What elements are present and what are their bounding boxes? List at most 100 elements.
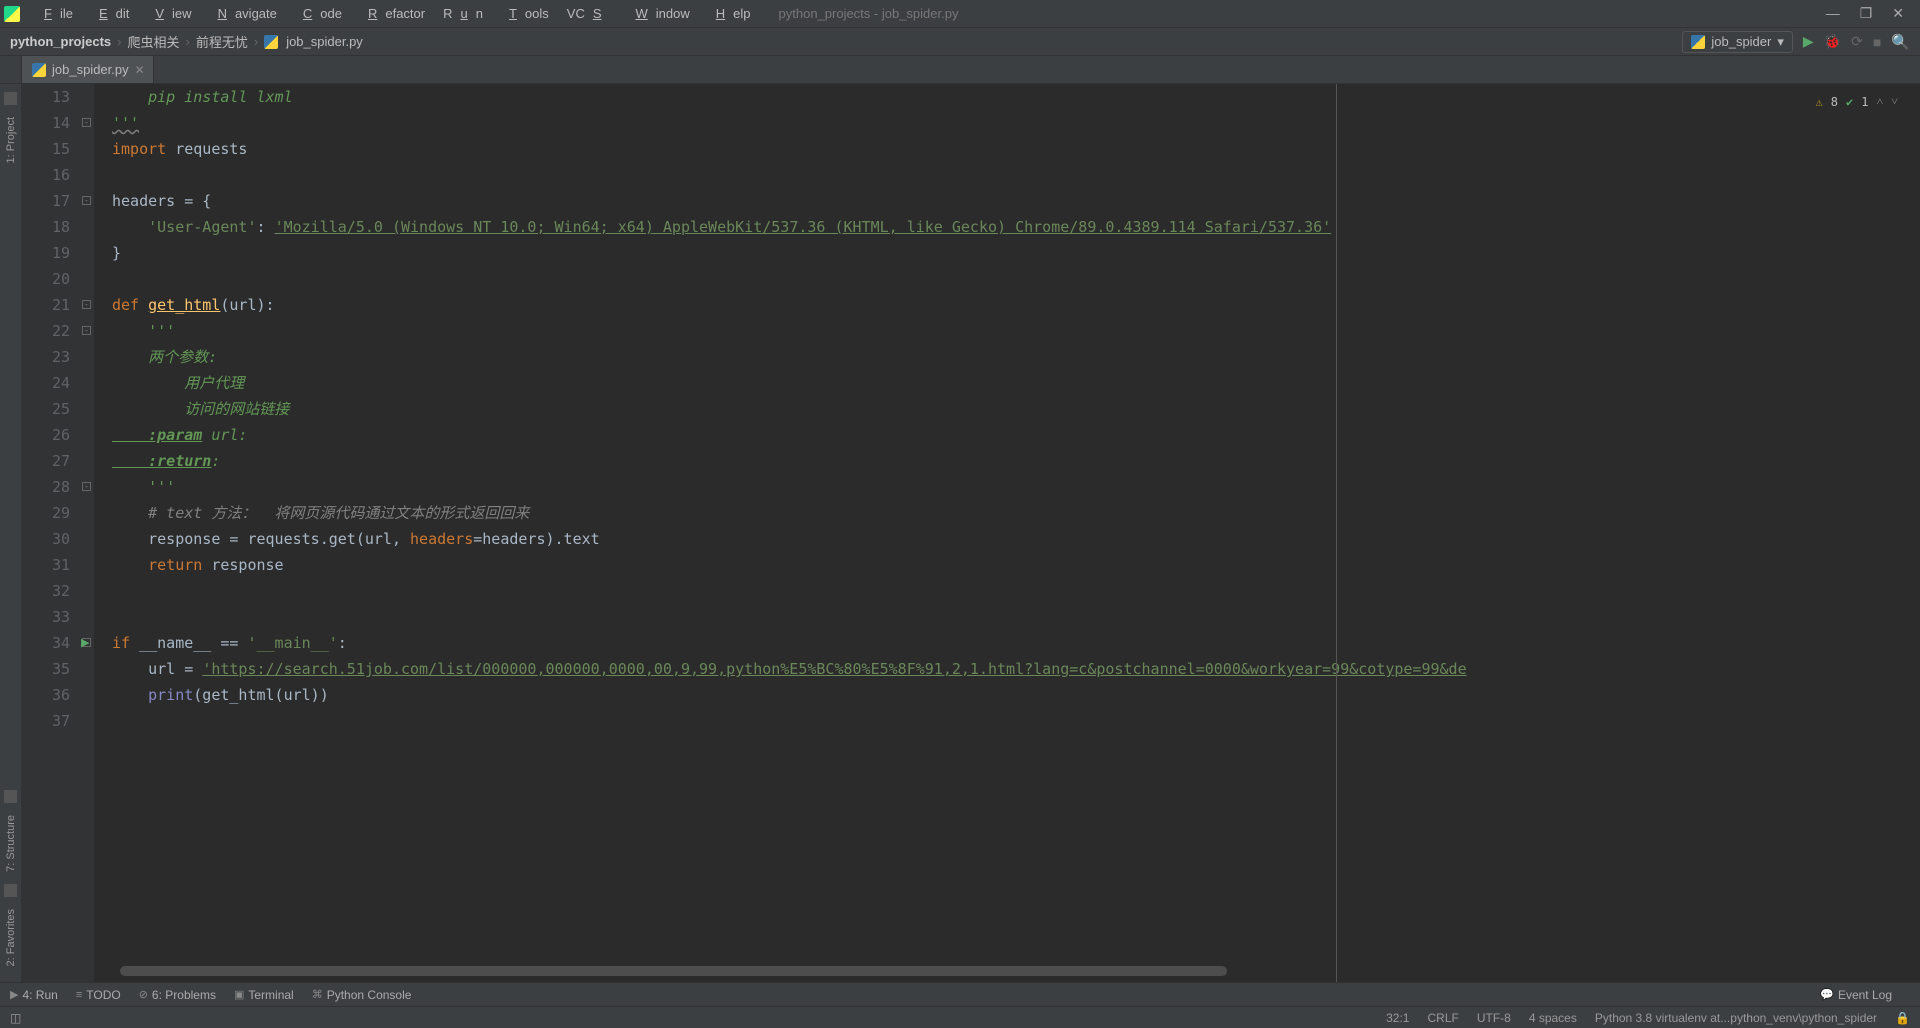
menu-edit[interactable]: Edit bbox=[83, 2, 137, 25]
fold-toggle[interactable]: - bbox=[82, 118, 91, 127]
problems-toolwindow-button[interactable]: ⊘ 6: Problems bbox=[139, 988, 216, 1002]
code-line[interactable]: ''' bbox=[112, 318, 1920, 344]
event-log-button[interactable]: 💬 Event Log bbox=[1820, 988, 1892, 1002]
code-area[interactable]: ⚠ 8 ✔ 1 ˄ ˅ pip install lxml'''import re… bbox=[94, 84, 1920, 982]
status-bar: ◫ 32:1 CRLF UTF-8 4 spaces Python 3.8 vi… bbox=[0, 1006, 1920, 1028]
code-line[interactable]: ''' bbox=[112, 474, 1920, 500]
line-number: 26 bbox=[22, 422, 70, 448]
code-line[interactable]: return response bbox=[112, 552, 1920, 578]
minimize-button[interactable]: — bbox=[1826, 5, 1840, 22]
horizontal-scrollbar-thumb[interactable] bbox=[120, 966, 1227, 976]
fold-toggle[interactable]: - bbox=[82, 482, 91, 491]
code-line[interactable]: headers = { bbox=[112, 188, 1920, 214]
menu-window[interactable]: Window bbox=[620, 2, 698, 25]
code-line[interactable]: url = 'https://search.51job.com/list/000… bbox=[112, 656, 1920, 682]
code-line[interactable] bbox=[112, 604, 1920, 630]
file-encoding[interactable]: UTF-8 bbox=[1477, 1011, 1511, 1025]
code-line[interactable]: 访问的网站链接 bbox=[112, 396, 1920, 422]
line-number: 37 bbox=[22, 708, 70, 734]
python-console-toolwindow-button[interactable]: ⌘ Python Console bbox=[312, 988, 412, 1002]
line-number: 31 bbox=[22, 552, 70, 578]
breadcrumb-project[interactable]: python_projects bbox=[10, 34, 111, 49]
code-line[interactable] bbox=[112, 162, 1920, 188]
menu-refactor[interactable]: Refactor bbox=[352, 2, 433, 25]
code-line[interactable]: } bbox=[112, 240, 1920, 266]
event-log-icon: 💬 bbox=[1820, 988, 1834, 1001]
menu-vcs[interactable]: VCS bbox=[559, 2, 618, 25]
readonly-lock-icon[interactable]: 🔒 bbox=[1895, 1011, 1910, 1025]
fold-gutter: ------▶ bbox=[80, 84, 94, 982]
code-line[interactable]: :param url: bbox=[112, 422, 1920, 448]
breadcrumb-sep: › bbox=[185, 34, 189, 49]
line-number: 15 bbox=[22, 136, 70, 162]
code-line[interactable]: ''' bbox=[112, 110, 1920, 136]
todo-toolwindow-button[interactable]: ≡ TODO bbox=[76, 988, 121, 1002]
search-everywhere-button[interactable]: 🔍 bbox=[1891, 33, 1910, 51]
code-line[interactable]: if __name__ == '__main__': bbox=[112, 630, 1920, 656]
line-number: 14 bbox=[22, 110, 70, 136]
favorites-toolwindow-button[interactable]: 2: Favorites bbox=[5, 909, 17, 966]
horizontal-scrollbar-track[interactable] bbox=[120, 968, 1906, 980]
code-line[interactable] bbox=[112, 266, 1920, 292]
python-file-icon bbox=[264, 35, 278, 49]
indent-setting[interactable]: 4 spaces bbox=[1529, 1011, 1577, 1025]
code-line[interactable]: pip install lxml bbox=[112, 84, 1920, 110]
fold-toggle[interactable]: - bbox=[82, 300, 91, 309]
close-tab-icon[interactable]: ✕ bbox=[135, 63, 145, 77]
code-line[interactable]: response = requests.get(url, headers=hea… bbox=[112, 526, 1920, 552]
run-configuration-selector[interactable]: job_spider ▾ bbox=[1682, 31, 1793, 53]
breadcrumb-dir2[interactable]: 前程无忧 bbox=[196, 32, 248, 51]
structure-tool-icon[interactable] bbox=[4, 790, 17, 803]
menu-navigate[interactable]: Navigate bbox=[202, 2, 285, 25]
stop-button[interactable]: ■ bbox=[1873, 34, 1881, 50]
code-line[interactable]: 用户代理 bbox=[112, 370, 1920, 396]
line-number: 19 bbox=[22, 240, 70, 266]
code-line[interactable]: import requests bbox=[112, 136, 1920, 162]
chevron-up-icon[interactable]: ˄ bbox=[1876, 94, 1883, 109]
structure-toolwindow-button[interactable]: 7: Structure bbox=[5, 815, 17, 872]
line-number: 33 bbox=[22, 604, 70, 630]
statusbar-left-icon[interactable]: ◫ bbox=[10, 1011, 21, 1025]
code-line[interactable]: def get_html(url): bbox=[112, 292, 1920, 318]
close-button[interactable]: ✕ bbox=[1892, 5, 1904, 22]
python-file-icon bbox=[32, 63, 46, 77]
run-toolwindow-button[interactable]: ▶ 4: Run bbox=[10, 988, 58, 1002]
menu-run[interactable]: Run bbox=[435, 2, 491, 25]
window-controls: — ❐ ✕ bbox=[1826, 5, 1916, 22]
run-button[interactable]: ▶ bbox=[1803, 33, 1814, 50]
favorites-tool-icon[interactable] bbox=[4, 884, 17, 897]
fold-toggle[interactable]: - bbox=[82, 326, 91, 335]
run-line-marker[interactable]: ▶ bbox=[81, 636, 89, 649]
terminal-toolwindow-button[interactable]: ▣ Terminal bbox=[234, 988, 294, 1002]
line-number: 17 bbox=[22, 188, 70, 214]
chevron-down-icon[interactable]: ˅ bbox=[1891, 94, 1898, 109]
code-line[interactable]: # text 方法： 将网页源代码通过文本的形式返回回来 bbox=[112, 500, 1920, 526]
menu-code[interactable]: Code bbox=[287, 2, 350, 25]
menu-view[interactable]: View bbox=[139, 2, 199, 25]
inspections-widget[interactable]: ⚠ 8 ✔ 1 ˄ ˅ bbox=[1812, 92, 1903, 111]
caret-position[interactable]: 32:1 bbox=[1386, 1011, 1409, 1025]
line-separator[interactable]: CRLF bbox=[1427, 1011, 1458, 1025]
breadcrumb-file[interactable]: job_spider.py bbox=[286, 34, 363, 49]
python-interpreter[interactable]: Python 3.8 virtualenv at...python_venv\p… bbox=[1595, 1011, 1877, 1025]
maximize-button[interactable]: ❐ bbox=[1860, 5, 1873, 22]
project-toolwindow-button[interactable]: 1: Project bbox=[5, 117, 17, 163]
editor-tab-active[interactable]: job_spider.py ✕ bbox=[22, 56, 154, 83]
run-coverage-button[interactable]: ⟳ bbox=[1851, 33, 1863, 50]
menu-file[interactable]: File bbox=[28, 2, 81, 25]
code-line[interactable] bbox=[112, 708, 1920, 734]
code-line[interactable]: 两个参数: bbox=[112, 344, 1920, 370]
menu-tools[interactable]: Tools bbox=[493, 2, 557, 25]
code-line[interactable]: 'User-Agent': 'Mozilla/5.0 (Windows NT 1… bbox=[112, 214, 1920, 240]
code-line[interactable]: print(get_html(url)) bbox=[112, 682, 1920, 708]
code-line[interactable] bbox=[112, 578, 1920, 604]
menu-help[interactable]: Help bbox=[700, 2, 759, 25]
line-number: 28 bbox=[22, 474, 70, 500]
fold-toggle[interactable]: - bbox=[82, 196, 91, 205]
project-tool-icon[interactable] bbox=[4, 92, 17, 105]
debug-button[interactable]: 🐞 bbox=[1824, 33, 1841, 50]
breadcrumb-dir1[interactable]: 爬虫相关 bbox=[127, 32, 179, 51]
code-line[interactable]: :return: bbox=[112, 448, 1920, 474]
editor[interactable]: 1314151617181920212223242526272829303132… bbox=[22, 84, 1920, 982]
terminal-icon: ▣ bbox=[234, 988, 244, 1001]
